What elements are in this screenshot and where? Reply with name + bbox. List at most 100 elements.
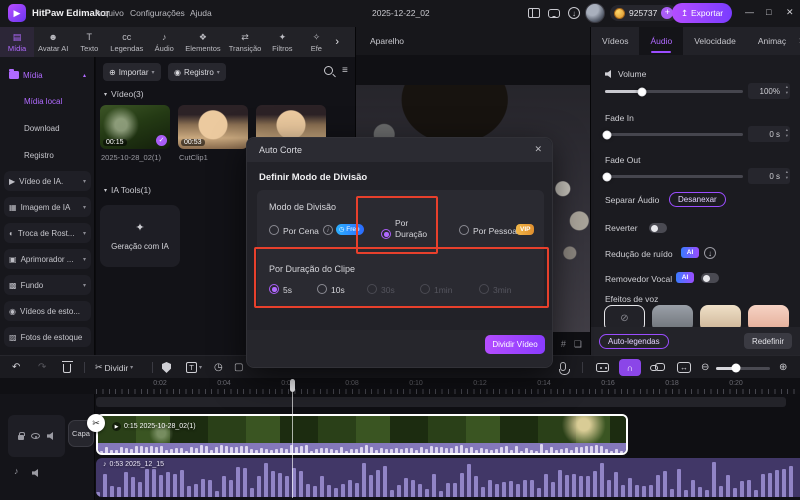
maximize-button[interactable]: □ xyxy=(766,7,771,17)
media-clip-thumbnail[interactable]: 00:53 xyxy=(178,105,248,149)
menu-configuracoes[interactable]: Configurações xyxy=(130,8,185,18)
audio-mute-icon[interactable] xyxy=(32,469,38,477)
ribbon-tab-transicao[interactable]: ⇄ Transição xyxy=(225,27,266,57)
fade-in-slider[interactable] xyxy=(602,130,743,139)
sidebar-item-fundo[interactable]: ▩ Fundo ▾ xyxy=(4,275,91,295)
media-clip-thumbnail[interactable]: 00:15 ✓ xyxy=(100,105,170,149)
ribbon-tab-midia[interactable]: ▤ Mídia xyxy=(0,27,34,57)
link-clips-icon[interactable] xyxy=(650,360,665,375)
split-button[interactable]: ✂ Dividir ▾ xyxy=(95,360,133,375)
auto-captions-button[interactable]: Auto-legendas xyxy=(599,333,669,349)
ribbon-more-chevron-icon[interactable]: › xyxy=(333,36,341,48)
sidebar-item-videos-estoque[interactable]: ◉ Vídeos de esto... xyxy=(4,301,91,321)
detach-button[interactable]: Desanexar xyxy=(669,192,726,207)
music-note-icon[interactable]: ♪ xyxy=(14,466,19,476)
close-button[interactable]: ✕ xyxy=(786,7,794,18)
video-section-header[interactable]: ▾ Vídeo(3) xyxy=(104,89,144,99)
speed-icon[interactable]: ◷ xyxy=(214,360,223,375)
zoom-out-icon[interactable]: ⊖ xyxy=(701,360,709,375)
grid-icon[interactable]: # xyxy=(561,339,566,350)
ribbon-tab-audio[interactable]: ♪ Áudio xyxy=(147,27,181,57)
volume-slider-knob[interactable] xyxy=(637,87,647,96)
lock-icon[interactable] xyxy=(18,432,25,440)
download-icon[interactable]: ↓ xyxy=(567,6,581,20)
playhead-handle[interactable] xyxy=(290,379,295,392)
sidebar-item-video-ia[interactable]: ▶ Vídeo de IA. ▾ xyxy=(4,171,91,191)
dialog-close-icon[interactable]: ✕ xyxy=(534,144,542,155)
sidebar-item-troca-rosto[interactable]: ◐ Troca de Rost... ▾ xyxy=(4,223,91,243)
sidebar-item-fotos-estoque[interactable]: ▨ Fotos de estoque xyxy=(4,327,91,347)
mute-icon[interactable] xyxy=(47,432,53,440)
ribbon-tab-avatar-ai[interactable]: ☻ Avatar AI xyxy=(34,27,72,57)
keyframe-icon[interactable] xyxy=(596,360,609,375)
mic-icon[interactable] xyxy=(558,360,570,375)
eye-icon[interactable] xyxy=(31,433,40,439)
ribbon-tab-filtros[interactable]: ✦ Filtros xyxy=(265,27,299,57)
redo-icon[interactable]: ↷ xyxy=(38,360,46,375)
check-icon: ✓ xyxy=(156,135,167,146)
trash-icon[interactable] xyxy=(61,360,73,375)
fade-out-slider-knob[interactable] xyxy=(602,172,612,181)
tab-animacao[interactable]: Animaç xyxy=(747,27,797,55)
audio-clip[interactable]: ♪ 0:53 2025_12_15 xyxy=(96,458,800,497)
layout-icon[interactable] xyxy=(527,6,541,20)
fade-in-value[interactable]: 0 s ▴ ▾ xyxy=(748,126,790,142)
stepper-icons[interactable]: ▴ ▾ xyxy=(786,127,788,139)
timeline-ruler[interactable]: 0:02 0:04 0:06 0:08 0:10 0:12 0:14 0:16 … xyxy=(0,378,800,394)
sidebar-item-aprimorador[interactable]: ▣ Aprimorador ... ▾ xyxy=(4,249,91,269)
ribbon-tab-elementos[interactable]: ❖ Elementos xyxy=(181,27,224,57)
video-clip[interactable]: ▶ 0:15 2025-10-28_02(1) xyxy=(96,414,628,455)
minimize-button[interactable]: — xyxy=(745,7,754,17)
fade-in-slider-knob[interactable] xyxy=(602,130,612,139)
user-avatar[interactable] xyxy=(585,3,605,23)
stepper-icons[interactable]: ▴ ▾ xyxy=(786,84,788,96)
reverse-toggle[interactable] xyxy=(649,223,667,233)
radio-por-cena[interactable] xyxy=(269,225,279,235)
volume-value[interactable]: 100% ▴ ▾ xyxy=(748,83,790,99)
ia-generation-card[interactable]: ✦ Geração com IA xyxy=(100,205,180,267)
sort-icon[interactable]: ≡ xyxy=(342,65,348,76)
sidebar-item-midia-local[interactable]: Mídia local xyxy=(4,91,91,111)
undo-icon[interactable]: ↶ xyxy=(12,360,20,375)
text-tool-icon[interactable]: T ▾ xyxy=(186,360,202,375)
fade-out-slider[interactable] xyxy=(602,172,743,181)
empty-track-lane[interactable] xyxy=(96,397,786,407)
zoom-in-icon[interactable]: ⊕ xyxy=(779,360,787,375)
reset-button[interactable]: Redefinir xyxy=(743,333,792,349)
ribbon-tab-texto[interactable]: T Texto xyxy=(72,27,106,57)
import-button[interactable]: ⊕ Importar ▾ xyxy=(103,63,161,81)
credits-badge[interactable]: 925737 + xyxy=(610,5,678,21)
vocal-remover-toggle[interactable] xyxy=(701,273,719,283)
export-button[interactable]: ↥ Exportar xyxy=(672,3,732,23)
zoom-slider-knob[interactable] xyxy=(731,363,741,373)
timeline-zoom-slider[interactable] xyxy=(716,363,770,373)
fade-out-value[interactable]: 0 s ▴ ▾ xyxy=(748,168,790,184)
tab-videos[interactable]: Vídeos xyxy=(591,27,639,55)
stepper-icons[interactable]: ▴ ▾ xyxy=(786,169,788,181)
menu-ajuda[interactable]: Ajuda xyxy=(190,8,212,18)
feedback-icon[interactable] xyxy=(547,6,561,20)
noise-download-icon[interactable]: ↓ xyxy=(704,247,716,259)
sticker-icon[interactable] xyxy=(162,360,171,375)
ia-tools-section-header[interactable]: ▾ IA Tools(1) xyxy=(104,185,151,195)
volume-slider[interactable] xyxy=(605,87,743,96)
sidebar-item-midia[interactable]: Mídia ▴ xyxy=(4,65,91,85)
menu-arquivo[interactable]: Arquivo xyxy=(95,8,124,18)
radio-por-pessoa[interactable] xyxy=(459,225,469,235)
sidebar-item-imagem-ia[interactable]: ▦ Imagem de IA ▾ xyxy=(4,197,91,217)
tab-audio[interactable]: Áudio xyxy=(639,27,684,55)
info-icon[interactable]: i xyxy=(323,225,333,235)
ribbon-tab-efeitos[interactable]: ✧ Efe xyxy=(299,27,333,57)
sidebar-item-registro[interactable]: Registro xyxy=(4,145,91,165)
ribbon-tab-legendas[interactable]: cc Legendas xyxy=(106,27,147,57)
split-video-button[interactable]: Dividir Vídeo xyxy=(485,335,545,354)
dialog-titlebar[interactable]: Auto Corte xyxy=(247,138,552,162)
sidebar-item-download[interactable]: Download xyxy=(4,118,91,138)
magnet-icon[interactable]: ∩ xyxy=(619,359,641,376)
crop-icon[interactable]: ▢ xyxy=(234,360,243,375)
tab-velocidade[interactable]: Velocidade xyxy=(683,27,747,55)
fullscreen-icon[interactable]: ❏ xyxy=(574,339,582,350)
record-button[interactable]: ◉ Registro ▾ xyxy=(168,63,226,81)
fit-timeline-icon[interactable]: ↔ xyxy=(677,360,691,375)
split-here-scissors-icon[interactable]: ✂ xyxy=(87,414,105,432)
